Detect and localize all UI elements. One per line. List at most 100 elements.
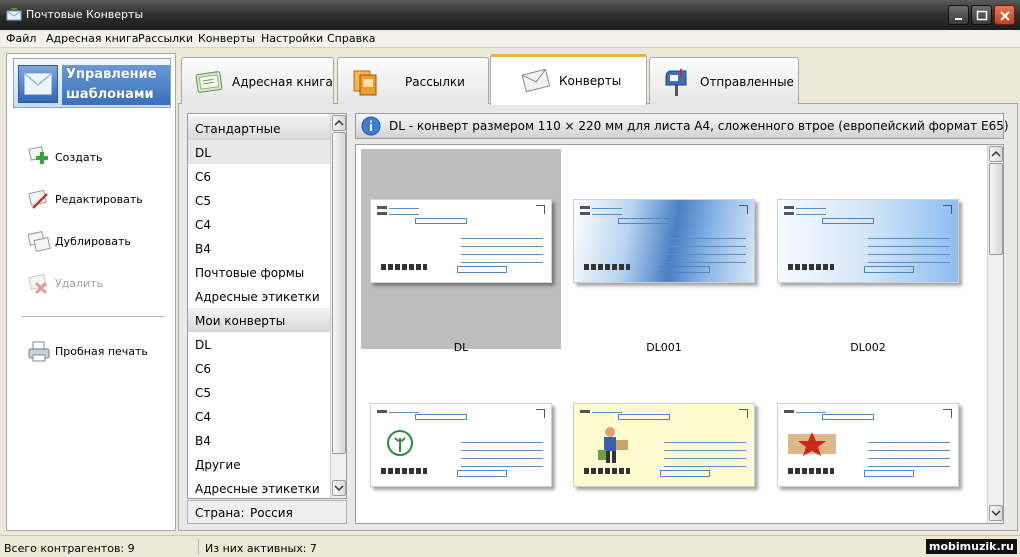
category-label: Другие <box>195 458 241 472</box>
tab-address-book-label: Адресная книга <box>232 75 333 89</box>
scroll-down-button[interactable] <box>332 480 346 496</box>
country-value: Россия <box>250 506 293 520</box>
envelope-preview <box>370 199 552 283</box>
template-tile-pharmacy[interactable] <box>361 353 561 523</box>
category-item-my-dl[interactable]: DL <box>188 332 330 356</box>
duplicate-label: Дублировать <box>55 235 131 248</box>
category-item-my-c4[interactable]: C4 <box>188 404 330 428</box>
tab-address-book[interactable]: Адресная книга <box>181 57 334 104</box>
country-label: Страна: <box>195 506 245 520</box>
tab-mailings[interactable]: Рассылки <box>337 57 489 104</box>
delete-button[interactable]: Удалить <box>27 272 177 296</box>
template-tile-postman[interactable] <box>564 353 764 523</box>
printer-icon <box>27 340 51 364</box>
category-item-b4[interactable]: B4 <box>188 236 330 260</box>
menu-address-book[interactable]: Адресная книга <box>46 32 138 45</box>
category-scrollbar[interactable] <box>330 114 346 498</box>
duplicate-icon <box>27 230 51 254</box>
category-group-my-envelopes[interactable]: Мои конверты <box>188 308 330 332</box>
envelope-preview <box>777 199 959 283</box>
category-label: DL <box>195 146 211 160</box>
delete-icon <box>27 272 51 296</box>
red-star-illustration-icon <box>788 432 836 456</box>
category-label: Стандартные <box>195 122 281 136</box>
edit-button[interactable]: Редактировать <box>27 188 177 212</box>
info-icon <box>361 116 381 136</box>
address-book-icon <box>194 67 224 97</box>
category-item-my-address-labels[interactable]: Адресные этикетки <box>188 476 330 498</box>
gallery-scroll-up-button[interactable] <box>989 146 1003 162</box>
scroll-thumb[interactable] <box>332 132 346 454</box>
envelope-category-list: Стандартные DL C6 C5 C4 B4 Почтовые форм… <box>187 113 347 499</box>
category-item-address-labels[interactable]: Адресные этикетки <box>188 284 330 308</box>
menu-help[interactable]: Справка <box>327 32 375 45</box>
total-contacts-status: Всего контрагентов: 9 <box>4 542 135 555</box>
envelope-icon <box>521 66 551 96</box>
category-item-my-c5[interactable]: C5 <box>188 380 330 404</box>
menu-settings[interactable]: Настройки <box>261 32 323 45</box>
postman-illustration-icon <box>598 427 628 463</box>
delete-label: Удалить <box>55 277 104 290</box>
gallery-scroll-down-button[interactable] <box>989 505 1003 521</box>
app-envelope-icon <box>6 7 22 21</box>
tab-envelopes-label: Конверты <box>559 74 622 88</box>
category-item-postal-forms[interactable]: Почтовые формы <box>188 260 330 284</box>
watermark: mobimuzik.ru <box>926 539 1017 554</box>
template-management-panel: Управление шаблонами Создать Редактирова… <box>6 53 176 531</box>
scroll-up-button[interactable] <box>332 115 346 131</box>
envelope-preview <box>573 403 755 487</box>
minimize-button[interactable] <box>948 5 969 25</box>
panel-divider <box>21 316 165 317</box>
window-title: Почтовые Конверты <box>26 8 144 21</box>
category-label: C6 <box>195 170 212 184</box>
edit-label: Редактировать <box>55 193 143 206</box>
create-button[interactable]: Создать <box>27 146 177 170</box>
envelope-preview <box>573 199 755 283</box>
template-tile-dl[interactable]: DL <box>361 149 561 354</box>
category-label: C6 <box>195 362 212 376</box>
duplicate-button[interactable]: Дублировать <box>27 230 177 254</box>
test-print-label: Пробная печать <box>55 345 148 358</box>
gallery-scrollbar[interactable] <box>987 145 1003 523</box>
templates-envelope-icon <box>18 65 58 103</box>
menu-mailings[interactable]: Рассылки <box>138 32 193 45</box>
category-label: B4 <box>195 434 211 448</box>
menu-envelopes[interactable]: Конверты <box>198 32 255 45</box>
category-item-c4[interactable]: C4 <box>188 212 330 236</box>
template-gallery: DL DL001 DL002 <box>355 144 1004 524</box>
menu-file[interactable]: Файл <box>6 32 36 45</box>
category-item-c5[interactable]: C5 <box>188 188 330 212</box>
category-item-other[interactable]: Другие <box>188 452 330 476</box>
tab-envelopes[interactable]: Конверты <box>490 54 647 105</box>
mailings-icon <box>350 67 380 97</box>
maximize-button[interactable] <box>971 5 992 25</box>
tab-mailings-label: Рассылки <box>405 75 465 89</box>
category-label: Адресные этикетки <box>195 482 320 496</box>
tab-sent-label: Отправленные <box>700 75 794 89</box>
envelope-preview <box>370 403 552 487</box>
category-label: DL <box>195 338 211 352</box>
category-label: Мои конверты <box>195 314 286 328</box>
category-item-my-c6[interactable]: C6 <box>188 356 330 380</box>
panel-header: Управление шаблонами <box>13 58 171 108</box>
template-tile-dl002[interactable]: DL002 <box>768 149 968 354</box>
template-tile-victory[interactable] <box>768 353 968 523</box>
category-label: C5 <box>195 386 212 400</box>
close-button[interactable] <box>994 5 1015 25</box>
test-print-button[interactable]: Пробная печать <box>27 340 177 364</box>
template-tile-dl001[interactable]: DL001 <box>564 149 764 354</box>
category-item-my-b4[interactable]: B4 <box>188 428 330 452</box>
category-item-dl[interactable]: DL <box>188 140 330 164</box>
pharmacy-emblem-icon <box>387 430 413 456</box>
gallery-scroll-thumb[interactable] <box>989 163 1003 255</box>
edit-icon <box>27 188 51 212</box>
category-item-c6[interactable]: C6 <box>188 164 330 188</box>
status-divider <box>198 539 199 555</box>
category-group-standard[interactable]: Стандартные <box>188 116 330 140</box>
title-bar: Почтовые Конверты <box>0 0 1020 30</box>
active-contacts-status: Из них активных: 7 <box>205 542 317 555</box>
create-icon <box>27 146 51 170</box>
tab-sent[interactable]: Отправленные <box>649 57 799 104</box>
category-label: C4 <box>195 410 212 424</box>
country-selector[interactable]: Страна: Россия <box>187 500 347 524</box>
